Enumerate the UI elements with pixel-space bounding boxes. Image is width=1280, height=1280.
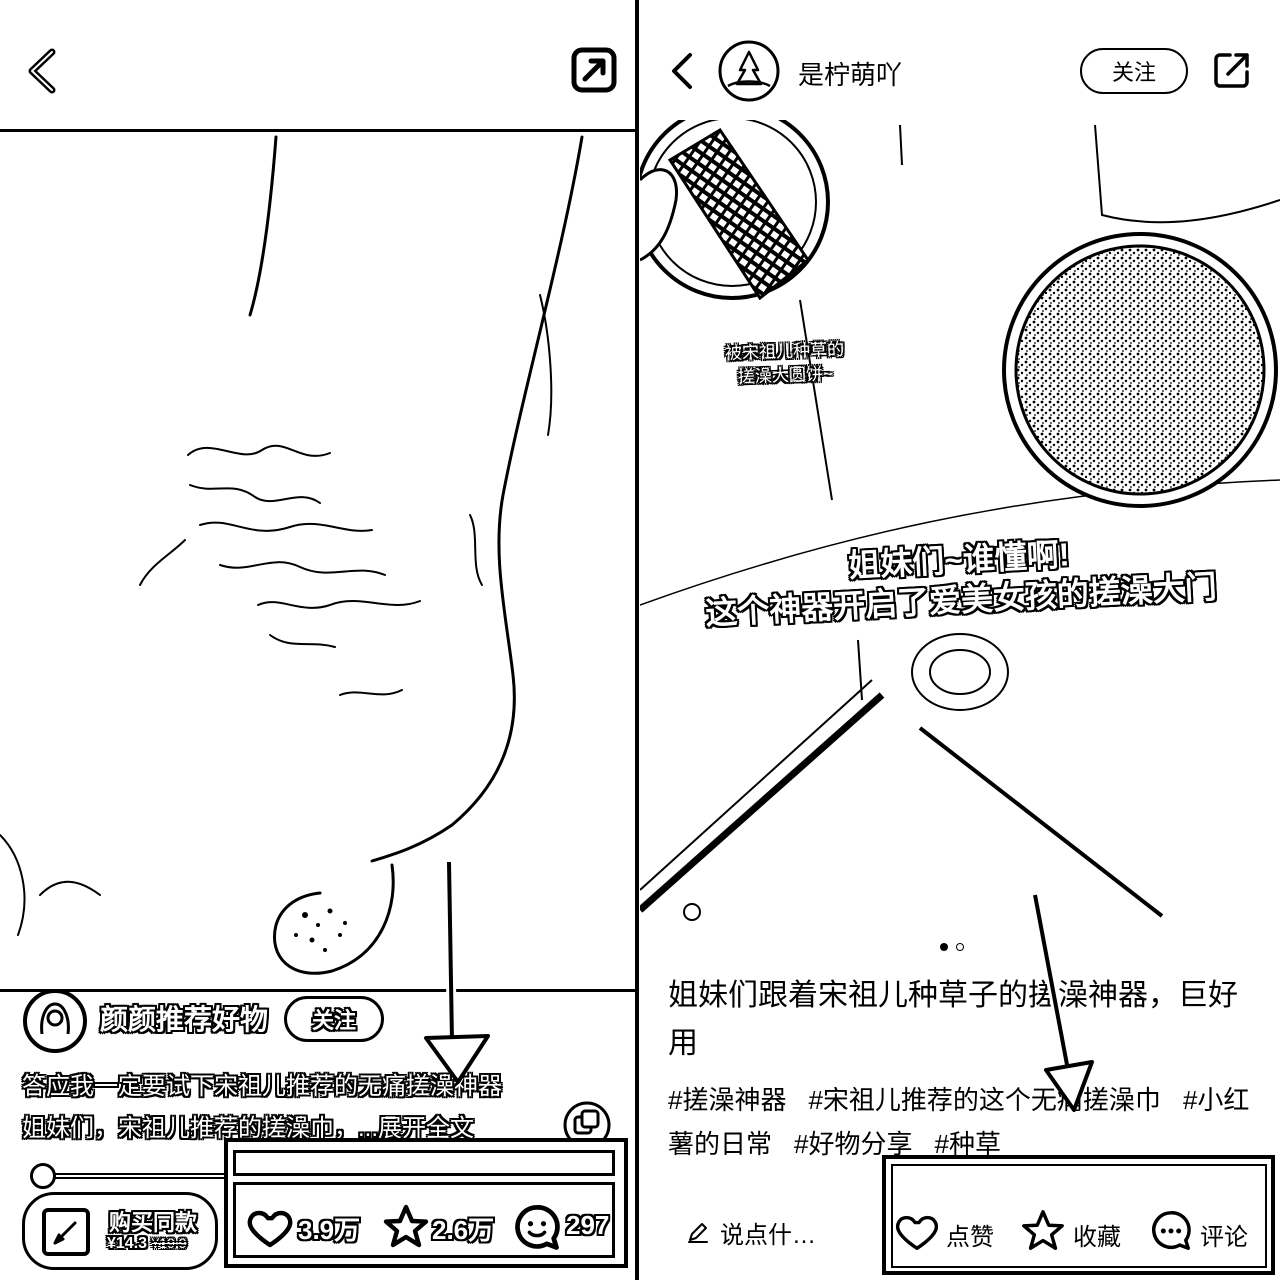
share-icon[interactable] xyxy=(1212,50,1252,90)
original-price: ¥19.9 xyxy=(151,1235,187,1251)
heart-icon[interactable] xyxy=(894,1208,940,1254)
caption-line-1: 答应我一定要试下宋祖儿推荐的无痛搓澡神器 xyxy=(22,1073,502,1100)
price-row: ¥14.3 ¥19.9 xyxy=(107,1235,187,1253)
like-label[interactable]: 点赞 xyxy=(946,1217,994,1252)
panel-divider xyxy=(635,0,639,1280)
follow-button-label: 关注 xyxy=(311,1008,356,1033)
tag-list: #搓澡神器 #宋祖儿推荐的这个无痛搓澡巾 #小红薯的日常 #好物分享 #种草 xyxy=(668,1078,1258,1166)
comment-icon[interactable] xyxy=(511,1202,563,1254)
progress-knob[interactable] xyxy=(30,1163,56,1189)
chevron-left-icon[interactable] xyxy=(24,48,60,94)
video-bottom-divider xyxy=(0,989,636,992)
buy-label: 购买同款 xyxy=(109,1210,198,1235)
carousel-dot-active xyxy=(940,943,948,951)
foot-image xyxy=(0,135,584,975)
tag-link[interactable]: #宋祖儿推荐的这个无痛搓澡巾 xyxy=(808,1085,1160,1115)
heart-icon[interactable] xyxy=(244,1203,296,1251)
note-title: 姐妹们跟着宋祖儿种草子的搓澡神器，巨好用 xyxy=(668,979,1238,1060)
avatar[interactable] xyxy=(22,988,88,1054)
chevron-left-icon[interactable] xyxy=(668,52,696,90)
pen-icon xyxy=(686,1220,710,1244)
follow-button[interactable]: 关注 xyxy=(284,996,384,1042)
share-icon[interactable] xyxy=(571,47,617,93)
follow-button[interactable]: 关注 xyxy=(1080,48,1188,94)
author-name[interactable]: 颜颜推荐好物 xyxy=(100,998,268,1038)
comment-icon[interactable] xyxy=(1148,1208,1194,1254)
price: ¥14.3 xyxy=(107,1235,148,1252)
left-panel: 颜颜推荐好物 关注 答应我一定要试下宋祖儿推荐的无痛搓澡神器 姐妹们，宋祖儿推荐… xyxy=(0,0,636,1280)
comment-input[interactable]: 说点什… xyxy=(686,1212,866,1252)
comparison-screenshot: 颜颜推荐好物 关注 答应我一定要试下宋祖儿推荐的无痛搓澡神器 姐妹们，宋祖儿推荐… xyxy=(0,0,1280,1280)
header-divider xyxy=(0,129,636,132)
star-icon[interactable] xyxy=(382,1203,430,1251)
star-icon[interactable] xyxy=(1020,1208,1066,1254)
buy-same-button[interactable]: 购买同款 ¥14.3 ¥19.9 xyxy=(22,1192,218,1270)
comment-label[interactable]: 评论 xyxy=(1200,1217,1248,1252)
image-caption-small: 被宋祖儿种草的 搓澡大圆饼~ xyxy=(699,337,871,391)
favorite-count: 2.6万 xyxy=(432,1215,495,1245)
video-frame[interactable] xyxy=(0,135,636,990)
favorite-label[interactable]: 收藏 xyxy=(1073,1217,1121,1252)
carousel-indicator xyxy=(940,943,964,955)
like-count: 3.9万 xyxy=(298,1215,361,1245)
annotation-inner-box xyxy=(891,1164,1267,1268)
avatar[interactable] xyxy=(718,40,780,102)
comment-placeholder: 说点什… xyxy=(720,1221,816,1249)
comment-count: 297 xyxy=(566,1210,610,1240)
product-icon xyxy=(41,1207,91,1257)
annotation-inner-top xyxy=(233,1150,615,1176)
carousel-dot xyxy=(956,943,964,951)
author-name[interactable]: 是柠萌吖 xyxy=(798,55,902,92)
tag-link[interactable]: #搓澡神器 xyxy=(668,1085,786,1115)
follow-button-label: 关注 xyxy=(1111,60,1156,85)
